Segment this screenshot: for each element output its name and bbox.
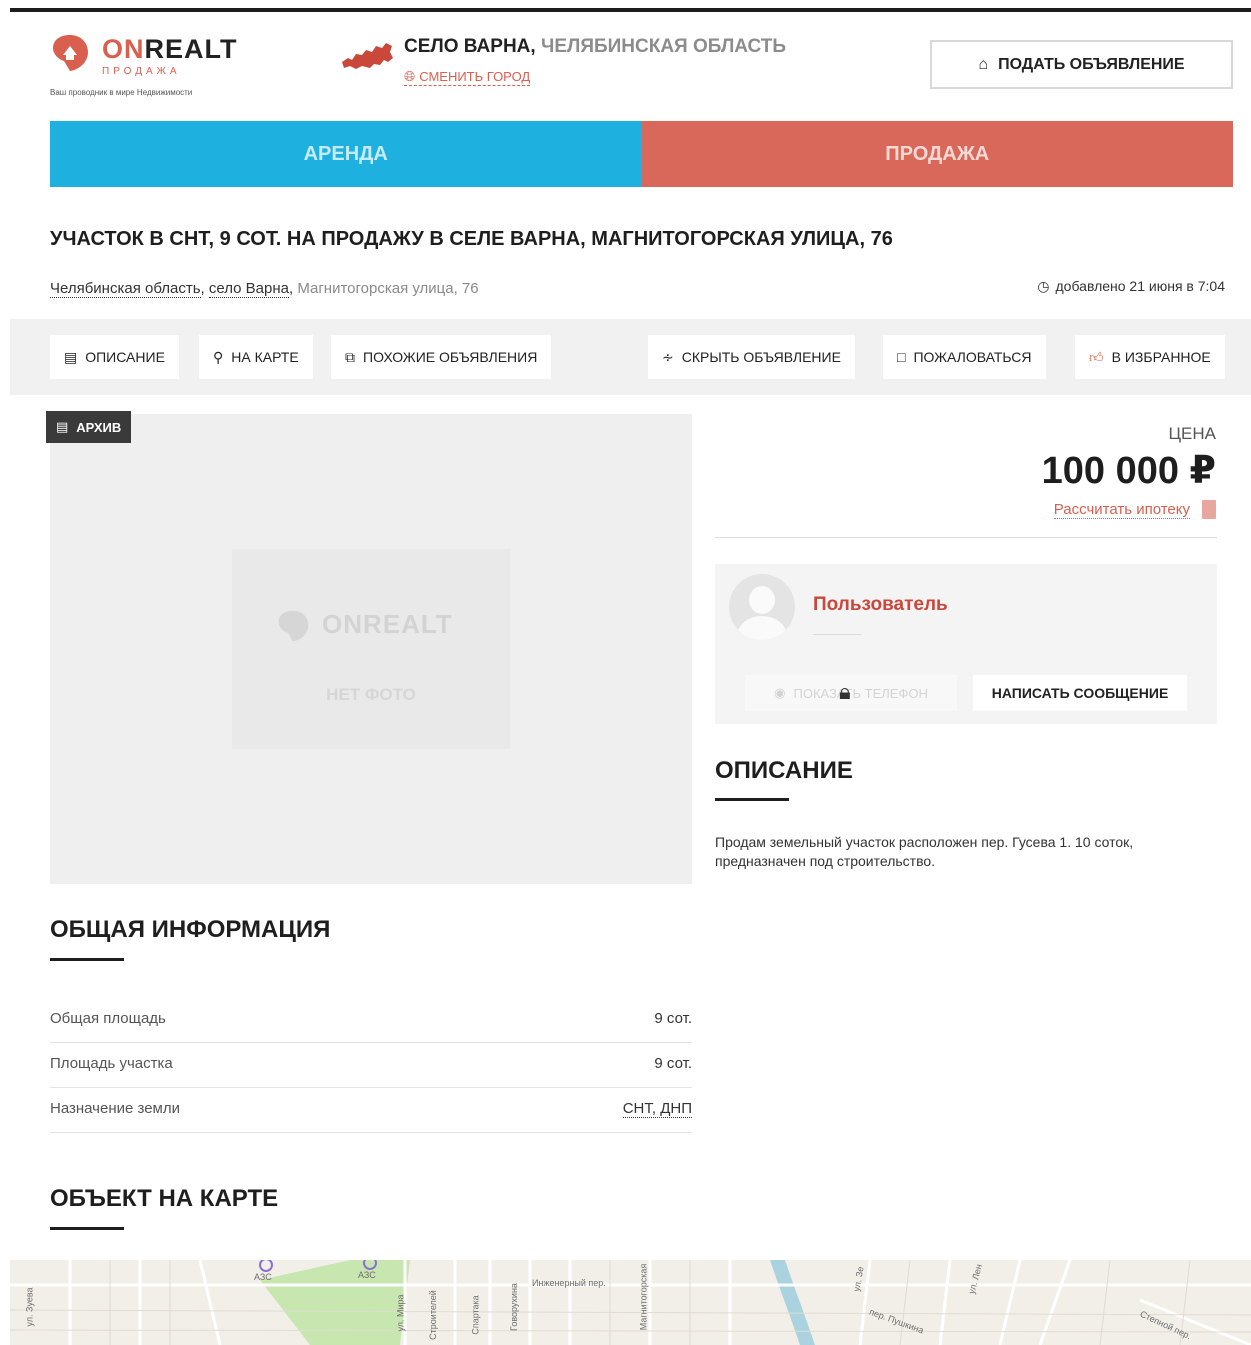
top-border [10,8,1251,12]
action-bar: ▤ ОПИСАНИЕ ⚲ НА КАРТЕ ⧉ ПОХОЖИЕ ОБЪЯВЛЕНИЯ … [10,319,1251,395]
seller-name[interactable]: Пользователь [813,594,948,616]
info-label: Назначение земли [50,1100,181,1117]
page-title: УЧАСТОК В СНТ, 9 СОТ. НА ПРОДАЖУ В СЕЛЕ … [50,228,893,250]
mortgage-calculator-link[interactable]: Рассчитать ипотеку [1053,500,1216,519]
comment-icon: □ [897,349,906,365]
info-value: 9 сот. [654,1055,692,1072]
address-city-link[interactable]: село Варна [208,280,289,298]
land-purpose-link[interactable]: СНТ, ДНП [622,1100,692,1118]
eye-icon: ◉ [774,685,786,700]
photo-area: ONREALT НЕТ ФОТО [50,414,692,884]
info-row-land-purpose: Назначение земли СНТ, ДНП [50,1088,692,1133]
info-row-total-area: Общая площадь 9 сот. [50,998,692,1043]
description-button[interactable]: ▤ ОПИСАНИЕ [50,335,179,379]
map-label: Строителей [427,1290,438,1340]
info-label: Площадь участка [50,1055,173,1072]
logo[interactable]: ONREALT ПРОДАЖА Ваш проводник в мире Нед… [50,30,270,100]
change-city-link[interactable]: 🌐︎ СМЕНИТЬ ГОРОД [404,68,531,86]
site-header: ONREALT ПРОДАЖА Ваш проводник в мире Нед… [50,30,1233,105]
document-icon: ▤ [64,348,78,365]
added-date: ◷ добавлено 21 июня в 7:04 [1037,278,1225,294]
favorite-button[interactable]: 👍︎ В ИЗБРАННОЕ [1075,335,1225,379]
map-tiles [10,1260,1251,1345]
address-street: Магнитогорская улица, 76 [297,280,479,297]
logo-section: ПРОДАЖА [102,66,181,77]
map-label: АЗС [254,1272,272,1282]
map-label: Инженерный пер. [532,1278,606,1288]
post-ad-button[interactable]: ⌂ ПОДАТЬ ОБЪЯВЛЕНИЕ [930,40,1233,89]
address: Челябинская область, село Варна, Магнито… [50,280,479,298]
thumbs-up-icon: 👍︎ [1089,348,1104,365]
heading-underline [50,958,124,961]
info-value: 9 сот. [654,1010,692,1027]
no-photo-text: НЕТ ФОТО [326,685,416,704]
seller-card: Пользователь ◉ ПОКАЗАТЬ ТЕЛЕФОН 🔒︎ НАПИС… [715,564,1217,724]
divider [813,634,861,635]
eye-closed-icon: ∻ [662,348,674,365]
heading-underline [715,798,789,801]
tab-rent[interactable]: АРЕНДА [50,121,642,187]
map-view[interactable]: ул. Зуева АЗС АЗС ул. Мира Строителей Сп… [10,1260,1251,1345]
archive-badge: ▤ АРХИВ [46,411,132,443]
calculator-icon [1202,500,1216,519]
current-city: СЕЛО ВАРНА, ЧЕЛЯБИНСКАЯ ОБЛАСТЬ [404,36,787,57]
clock-icon: ◷ [1037,278,1050,294]
map-label: Говорухина [508,1283,519,1331]
divider [715,537,1217,538]
tab-sale[interactable]: ПРОДАЖА [641,121,1233,187]
no-photo-placeholder: ONREALT НЕТ ФОТО [232,549,510,749]
copy-icon: ⧉ [345,348,355,365]
general-info-heading: ОБЩАЯ ИНФОРМАЦИЯ [50,916,331,943]
russia-map-icon [342,43,393,69]
heading-underline [50,1227,124,1230]
address-region-link[interactable]: Челябинская область [50,280,201,298]
pin-icon: ⚲ [213,348,224,365]
map-label: Спартака [470,1295,481,1335]
avatar [729,574,795,640]
description-heading: ОПИСАНИЕ [715,757,853,784]
description-text: Продам земельный участок расположен пер.… [715,834,1134,869]
map-label: АЗС [358,1270,376,1280]
house-icon: ⌂ [978,55,989,73]
on-map-button[interactable]: ⚲ НА КАРТЕ [199,335,313,379]
map-label: ул. Зуева [24,1287,35,1327]
similar-ads-button[interactable]: ⧉ ПОХОЖИЕ ОБЪЯВЛЕНИЯ [331,335,552,379]
lock-icon: 🔒︎ [839,679,851,704]
logo-name: ONREALT [102,34,238,64]
price-label: ЦЕНА [1168,424,1216,443]
info-label: Общая площадь [50,1010,166,1027]
show-phone-button[interactable]: ◉ ПОКАЗАТЬ ТЕЛЕФОН 🔒︎ [745,675,957,711]
send-message-button[interactable]: НАПИСАТЬ СООБЩЕНИЕ [973,675,1187,711]
hide-ad-button[interactable]: ∻ СКРЫТЬ ОБЪЯВЛЕНИЕ [648,335,855,379]
complain-button[interactable]: □ ПОЖАЛОВАТЬСЯ [883,335,1046,379]
price-value: 100 000 ₽ [1041,450,1216,492]
placeholder-logo-icon [278,610,309,642]
placeholder-logo-text: ONREALT [322,609,453,639]
archive-icon: ▤ [56,419,69,434]
globe-icon: 🌐︎ [404,68,416,84]
logo-tagline: Ваш проводник в мире Недвижимости [50,88,193,97]
map-label: ул. Мира [395,1294,406,1332]
info-row-plot-area: Площадь участка 9 сот. [50,1043,692,1088]
map-label: Магнитогорская [638,1263,649,1331]
map-heading: ОБЪЕКТ НА КАРТЕ [50,1185,279,1212]
logo-icon [53,35,88,71]
deal-type-tabs: АРЕНДА ПРОДАЖА [50,121,1233,187]
